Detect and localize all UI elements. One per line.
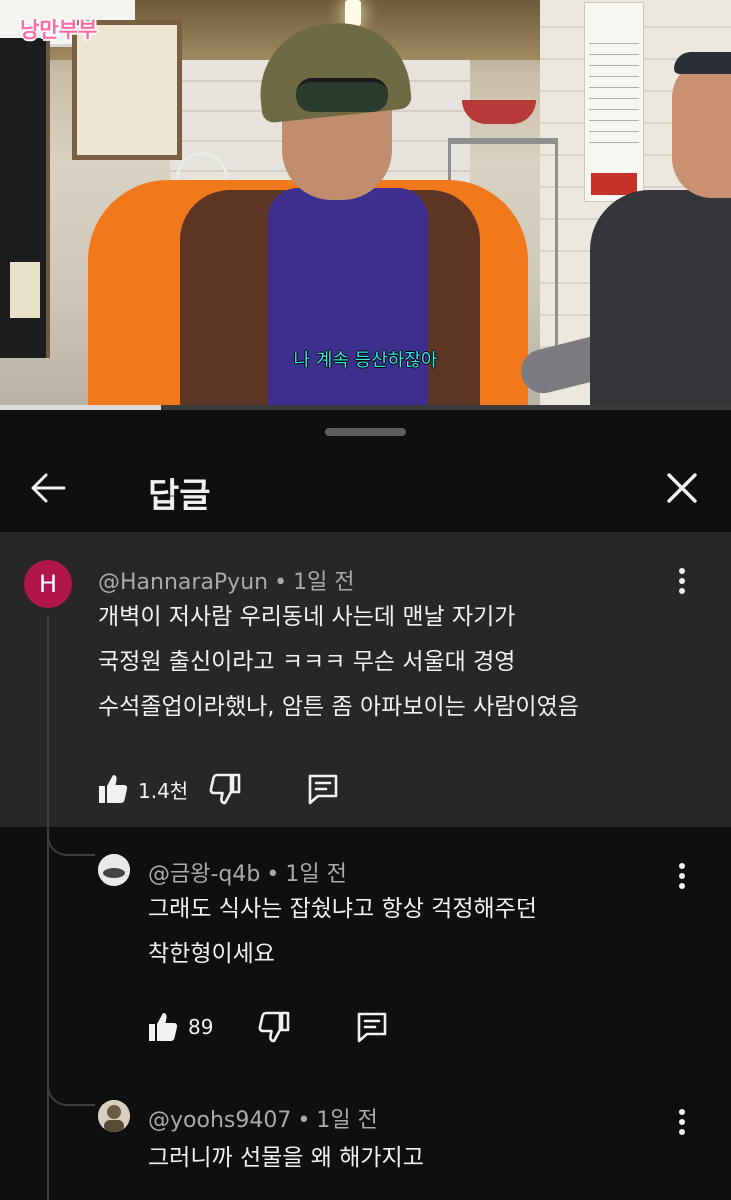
video-second-person-cap (674, 52, 731, 74)
dislike-button[interactable] (208, 772, 242, 806)
video-ceiling-light (345, 0, 361, 26)
sheet-title: 답글 (148, 476, 211, 516)
avatar[interactable]: H (24, 560, 72, 608)
comment-menu-button[interactable] (670, 561, 694, 601)
video-calendar-footer (591, 173, 637, 195)
more-vert-icon (679, 1109, 685, 1135)
comment-author[interactable]: @금왕-q4b (148, 862, 260, 887)
thumbs-down-icon (259, 1011, 290, 1043)
comment-line: 개벽이 저사람 우리동네 사는데 맨날 자기가 (98, 604, 516, 630)
like-button[interactable] (96, 772, 130, 806)
comment-icon (358, 1012, 387, 1043)
comment-line: 그러니까 선물을 왜 해가지고 (148, 1145, 424, 1171)
comment-meta: @yoohs9407 • 1일 전 (148, 1102, 378, 1134)
arrow-left-icon (31, 473, 66, 503)
avatar-image (98, 854, 130, 886)
video-subtitle: 나 계속 등산하잖아 (293, 350, 438, 371)
close-button[interactable] (660, 466, 704, 510)
comment-meta: @금왕-q4b • 1일 전 (148, 856, 347, 888)
comment-menu-button[interactable] (670, 1102, 694, 1142)
more-vert-icon (679, 568, 685, 594)
reply-comment: @yoohs9407 • 1일 전 그러니까 선물을 왜 해가지고 (0, 1090, 731, 1200)
video-poster (10, 262, 40, 318)
reply-button[interactable] (355, 1010, 389, 1044)
video-calendar (584, 2, 644, 202)
like-count: 89 (188, 1015, 214, 1039)
thumbs-down-icon (209, 773, 241, 805)
comment-actions: 89 (146, 1010, 389, 1044)
meta-separator: • (274, 570, 288, 595)
comment-line: 착한형이세요 (148, 941, 275, 967)
meta-separator: • (297, 1108, 311, 1133)
meta-separator: • (266, 862, 280, 887)
thumbs-up-icon (99, 775, 128, 803)
video-person-fleece (268, 188, 428, 410)
video-person-sunglasses (296, 78, 388, 112)
back-button[interactable] (26, 466, 70, 510)
replies-header: 답글 (0, 458, 731, 528)
comment-actions: 1.4천 (96, 772, 340, 806)
video-player[interactable]: 낭만부부 나 계속 등산하잖아 (0, 0, 731, 410)
comment-meta: @HannaraPyun • 1일 전 (98, 564, 355, 596)
comment-time: 1일 전 (285, 862, 347, 887)
comment-line: 그래도 식사는 잡쉈냐고 항상 걱정해주던 (148, 896, 537, 922)
comment-line: 수석졸업이라했나, 암튼 좀 아파보이는 사람이였음 (98, 694, 579, 720)
close-icon (667, 473, 697, 503)
comment-line: 국정원 출신이라고 ㅋㅋㅋ 무슨 서울대 경영 (98, 649, 516, 675)
reply-button[interactable] (306, 772, 340, 806)
comment-time: 1일 전 (293, 570, 355, 595)
comment-menu-button[interactable] (670, 856, 694, 896)
like-count: 1.4천 (138, 778, 189, 803)
video-second-person-face (672, 58, 731, 198)
comment-icon (308, 774, 338, 805)
avatar[interactable] (98, 854, 130, 886)
sheet-drag-handle[interactable] (325, 428, 406, 436)
dislike-button[interactable] (257, 1010, 291, 1044)
comment-text: 개벽이 저사람 우리동네 사는데 맨날 자기가 국정원 출신이라고 ㅋㅋㅋ 무슨… (98, 595, 579, 730)
thumbs-up-icon (149, 1013, 178, 1041)
reply-comment: @금왕-q4b • 1일 전 그래도 식사는 잡쉈냐고 항상 걱정해주던 착한형이세… (0, 840, 731, 1080)
video-calendar-grid (589, 43, 639, 153)
parent-comment: H @HannaraPyun • 1일 전 개벽이 저사람 우리동네 사는데 맨날 … (0, 533, 731, 827)
comment-author[interactable]: @HannaraPyun (98, 570, 268, 595)
comment-time: 1일 전 (316, 1108, 378, 1133)
avatar-image (98, 1100, 130, 1132)
video-red-basin (462, 100, 536, 124)
comment-text: 그래도 식사는 잡쉈냐고 항상 걱정해주던 착한형이세요 (148, 887, 537, 977)
like-button[interactable] (146, 1010, 180, 1044)
more-vert-icon (679, 863, 685, 889)
replies-sheet: 답글 H @HannaraPyun • 1일 전 개벽이 저사람 우리동네 사는데 … (0, 410, 731, 1200)
avatar[interactable] (98, 1100, 130, 1132)
avatar-letter: H (38, 570, 58, 598)
channel-logo: 낭만부부 (20, 18, 98, 42)
comment-text: 그러니까 선물을 왜 해가지고 (148, 1136, 424, 1181)
comment-author[interactable]: @yoohs9407 (148, 1108, 291, 1133)
video-second-person-body (590, 190, 731, 410)
